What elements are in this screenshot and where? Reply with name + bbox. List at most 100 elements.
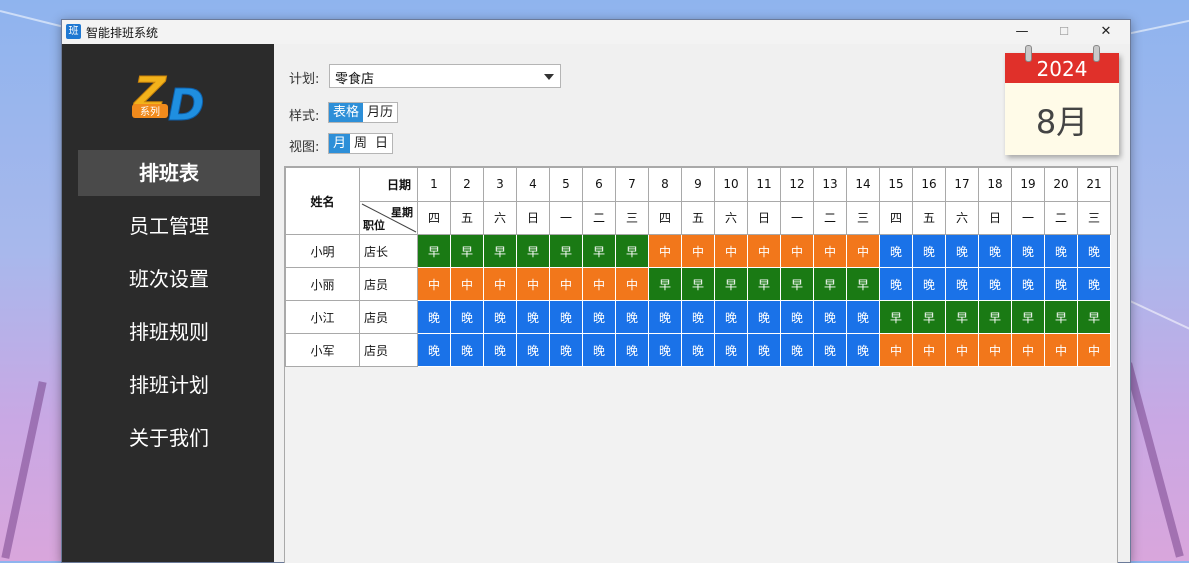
shift-cell[interactable]: 早 [747, 267, 781, 301]
style-option-calendar[interactable]: 月历 [363, 103, 397, 122]
close-button[interactable]: ✕ [1086, 20, 1126, 44]
shift-cell[interactable]: 晚 [549, 300, 583, 334]
view-option-week[interactable]: 周 [350, 134, 371, 153]
shift-cell[interactable]: 晚 [615, 333, 649, 367]
shift-cell[interactable]: 早 [879, 300, 913, 334]
shift-cell[interactable]: 中 [780, 234, 814, 268]
shift-cell[interactable]: 早 [615, 234, 649, 268]
shift-cell[interactable]: 晚 [516, 300, 550, 334]
shift-cell[interactable]: 中 [747, 234, 781, 268]
shift-cell[interactable]: 中 [1044, 333, 1078, 367]
shift-cell[interactable]: 晚 [879, 234, 913, 268]
shift-cell[interactable]: 晚 [846, 300, 880, 334]
shift-cell[interactable]: 晚 [813, 333, 847, 367]
shift-cell[interactable]: 早 [714, 267, 748, 301]
shift-cell[interactable]: 中 [879, 333, 913, 367]
shift-cell[interactable]: 中 [582, 267, 616, 301]
shift-cell[interactable]: 晚 [648, 300, 682, 334]
shift-cell[interactable]: 中 [978, 333, 1012, 367]
title-bar: 班 智能排班系统 — ☐ ✕ [62, 20, 1130, 44]
sidebar-item-employees[interactable]: 员工管理 [78, 203, 260, 249]
shift-cell[interactable]: 早 [417, 234, 451, 268]
sidebar-item-rules[interactable]: 排班规则 [78, 309, 260, 355]
shift-cell[interactable]: 晚 [1077, 234, 1111, 268]
shift-cell[interactable]: 中 [450, 267, 484, 301]
view-option-month[interactable]: 月 [329, 134, 351, 153]
shift-cell[interactable]: 早 [483, 234, 517, 268]
maximize-button[interactable]: ☐ [1044, 20, 1084, 44]
shift-cell[interactable]: 晚 [846, 333, 880, 367]
shift-cell[interactable]: 晚 [1044, 267, 1078, 301]
shift-cell[interactable]: 早 [912, 300, 946, 334]
shift-cell[interactable]: 早 [450, 234, 484, 268]
shift-cell[interactable]: 晚 [648, 333, 682, 367]
shift-cell[interactable]: 中 [846, 234, 880, 268]
view-option-day[interactable]: 日 [371, 134, 392, 153]
shift-cell[interactable]: 中 [417, 267, 451, 301]
shift-cell[interactable]: 早 [813, 267, 847, 301]
shift-cell[interactable]: 早 [582, 234, 616, 268]
shift-cell[interactable]: 晚 [780, 333, 814, 367]
shift-cell[interactable]: 晚 [1077, 267, 1111, 301]
shift-cell[interactable]: 早 [648, 267, 682, 301]
sidebar-item-shifts[interactable]: 班次设置 [78, 256, 260, 302]
shift-cell[interactable]: 中 [714, 234, 748, 268]
minimize-button[interactable]: — [1002, 20, 1042, 44]
shift-cell[interactable]: 中 [483, 267, 517, 301]
shift-cell[interactable]: 晚 [681, 333, 715, 367]
shift-cell[interactable]: 晚 [714, 333, 748, 367]
shift-cell[interactable]: 晚 [978, 234, 1012, 268]
shift-cell[interactable]: 晚 [1011, 267, 1045, 301]
shift-cell[interactable]: 早 [978, 300, 1012, 334]
sidebar-item-about[interactable]: 关于我们 [78, 415, 260, 461]
shift-cell[interactable]: 中 [1077, 333, 1111, 367]
shift-cell[interactable]: 晚 [945, 267, 979, 301]
sidebar-item-schedule[interactable]: 排班表 [78, 150, 260, 196]
shift-cell[interactable]: 晚 [1011, 234, 1045, 268]
shift-cell[interactable]: 早 [1011, 300, 1045, 334]
shift-cell[interactable]: 早 [945, 300, 979, 334]
shift-cell[interactable]: 中 [615, 267, 649, 301]
shift-cell[interactable]: 晚 [912, 267, 946, 301]
style-option-table[interactable]: 表格 [329, 103, 364, 122]
shift-cell[interactable]: 早 [1077, 300, 1111, 334]
shift-cell[interactable]: 晚 [978, 267, 1012, 301]
shift-cell[interactable]: 晚 [747, 300, 781, 334]
shift-cell[interactable]: 中 [912, 333, 946, 367]
shift-cell[interactable]: 早 [681, 267, 715, 301]
shift-cell[interactable]: 晚 [582, 333, 616, 367]
shift-cell[interactable]: 中 [945, 333, 979, 367]
shift-cell[interactable]: 晚 [879, 267, 913, 301]
shift-cell[interactable]: 晚 [945, 234, 979, 268]
shift-cell[interactable]: 晚 [483, 333, 517, 367]
shift-cell[interactable]: 早 [549, 234, 583, 268]
shift-cell[interactable]: 早 [846, 267, 880, 301]
shift-cell[interactable]: 中 [516, 267, 550, 301]
shift-cell[interactable]: 晚 [549, 333, 583, 367]
shift-cell[interactable]: 晚 [681, 300, 715, 334]
shift-cell[interactable]: 晚 [747, 333, 781, 367]
plan-select[interactable]: 零食店 [329, 64, 561, 88]
shift-cell[interactable]: 晚 [714, 300, 748, 334]
shift-cell[interactable]: 晚 [813, 300, 847, 334]
shift-cell[interactable]: 早 [780, 267, 814, 301]
shift-cell[interactable]: 晚 [1044, 234, 1078, 268]
shift-cell[interactable]: 中 [813, 234, 847, 268]
shift-cell[interactable]: 晚 [417, 333, 451, 367]
shift-cell[interactable]: 晚 [417, 300, 451, 334]
shift-cell[interactable]: 晚 [483, 300, 517, 334]
shift-cell[interactable]: 中 [1011, 333, 1045, 367]
shift-cell[interactable]: 晚 [780, 300, 814, 334]
shift-cell[interactable]: 晚 [615, 300, 649, 334]
shift-cell[interactable]: 晚 [450, 333, 484, 367]
shift-cell[interactable]: 早 [1044, 300, 1078, 334]
sidebar-item-plans[interactable]: 排班计划 [78, 362, 260, 408]
shift-cell[interactable]: 中 [681, 234, 715, 268]
shift-cell[interactable]: 中 [648, 234, 682, 268]
shift-cell[interactable]: 早 [516, 234, 550, 268]
shift-cell[interactable]: 晚 [516, 333, 550, 367]
shift-cell[interactable]: 晚 [912, 234, 946, 268]
shift-cell[interactable]: 晚 [450, 300, 484, 334]
shift-cell[interactable]: 晚 [582, 300, 616, 334]
shift-cell[interactable]: 中 [549, 267, 583, 301]
